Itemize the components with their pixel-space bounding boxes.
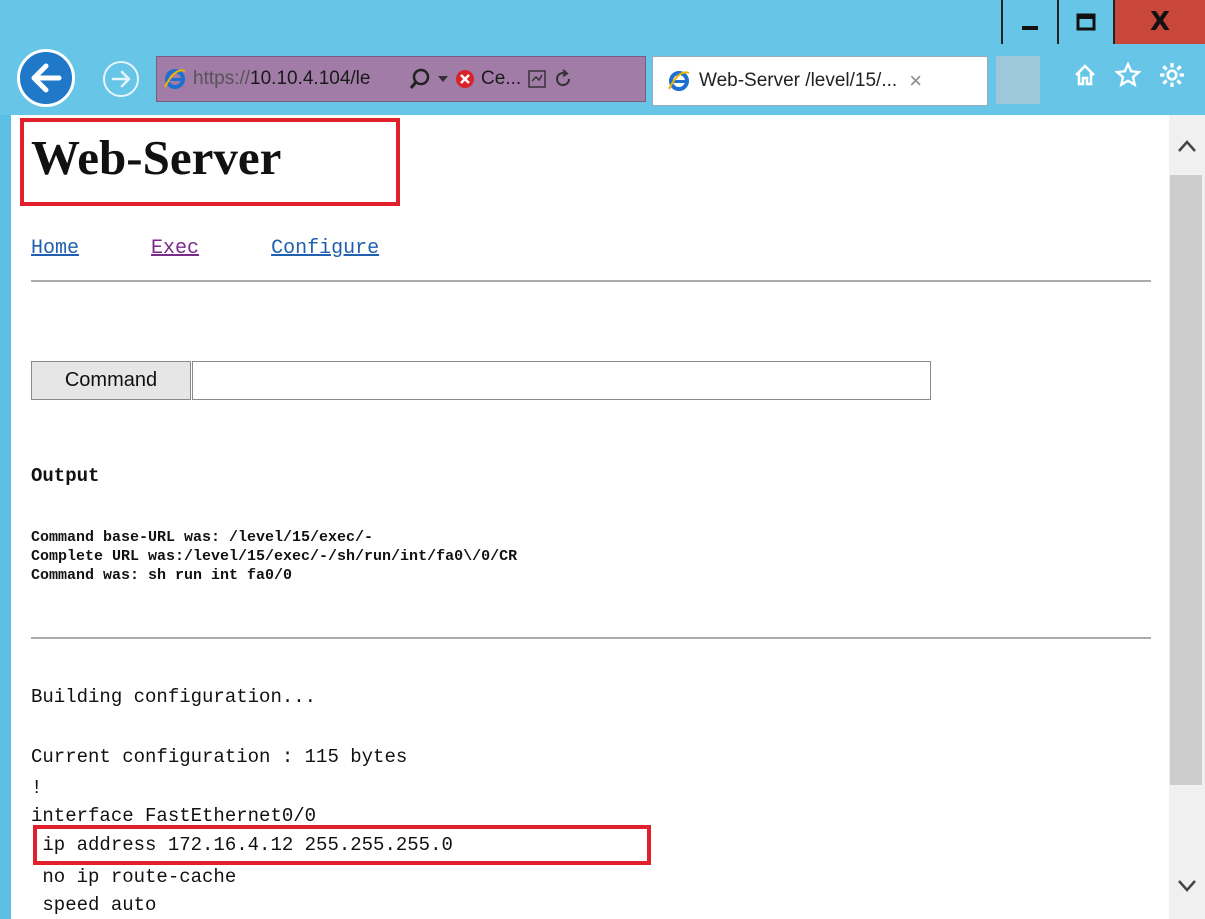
forward-arrow-icon [111,70,131,88]
window-controls: X [1001,0,1205,44]
nav-exec-link[interactable]: Exec [151,237,199,260]
command-button[interactable]: Command [31,361,191,400]
home-icon[interactable] [1073,63,1097,92]
scroll-down-icon[interactable] [1178,873,1196,898]
nav-links: Home Exec Configure [31,237,439,260]
refresh-icon[interactable] [553,69,573,89]
info-line-command: Command was: sh run int fa0/0 [31,567,293,584]
output-heading: Output [31,465,100,487]
divider [31,280,1151,282]
nav-home-link[interactable]: Home [31,237,79,260]
web-page: Web-Server Home Exec Configure Command O… [11,115,1169,919]
address-bar[interactable]: https://10.10.4.104/le Ce... [156,56,646,102]
info-line-complete-url: Complete URL was:/level/15/exec/-/sh/run… [31,548,518,565]
scroll-up-icon[interactable] [1178,133,1196,158]
minimize-button[interactable] [1001,0,1057,44]
vertical-scrollbar[interactable] [1169,115,1205,919]
ip-address-highlight-box [33,825,651,865]
divider [31,637,1151,639]
new-tab-button[interactable] [996,56,1040,104]
tab-close-icon[interactable]: × [909,68,922,94]
config-line: no ip route-cache [31,866,237,888]
nav-configure-link[interactable]: Configure [271,237,379,260]
scrollbar-thumb[interactable] [1170,175,1202,785]
dropdown-arrow-icon[interactable] [437,74,449,84]
config-line: Building configuration... [31,686,317,708]
command-input[interactable] [192,361,931,400]
maximize-icon [1076,13,1096,31]
settings-gear-icon[interactable] [1159,62,1185,93]
back-arrow-icon [31,63,62,93]
tab-title: Web-Server /level/15/... [699,70,898,91]
browser-chrome: X https://10.10.4.104/le Ce... Web-Serve… [0,0,1205,115]
tab-web-server[interactable]: Web-Server /level/15/... × [652,56,988,106]
url-text[interactable]: https://10.10.4.104/le [193,68,403,90]
info-line-base-url: Command base-URL was: /level/15/exec/- [31,529,374,546]
search-icon[interactable] [409,68,431,90]
minimize-icon [1022,26,1038,30]
close-window-button[interactable]: X [1113,0,1205,44]
ie-logo-icon [163,67,187,91]
page-title: Web-Server [31,130,282,185]
toolbar [1073,61,1185,93]
certificate-error-label[interactable]: Ce... [481,68,521,90]
certificate-error-icon[interactable] [455,69,475,89]
maximize-button[interactable] [1057,0,1113,44]
command-form: Command [31,361,931,400]
favorites-star-icon[interactable] [1114,61,1142,93]
config-line: Current configuration : 115 bytes [31,746,408,768]
config-line: ! [31,777,43,799]
config-line: speed auto [31,894,157,916]
close-icon: X [1149,7,1171,37]
ie-page-icon [667,69,691,93]
back-button[interactable] [17,49,75,107]
forward-button[interactable] [103,61,139,97]
compatibility-view-icon[interactable] [527,69,547,89]
